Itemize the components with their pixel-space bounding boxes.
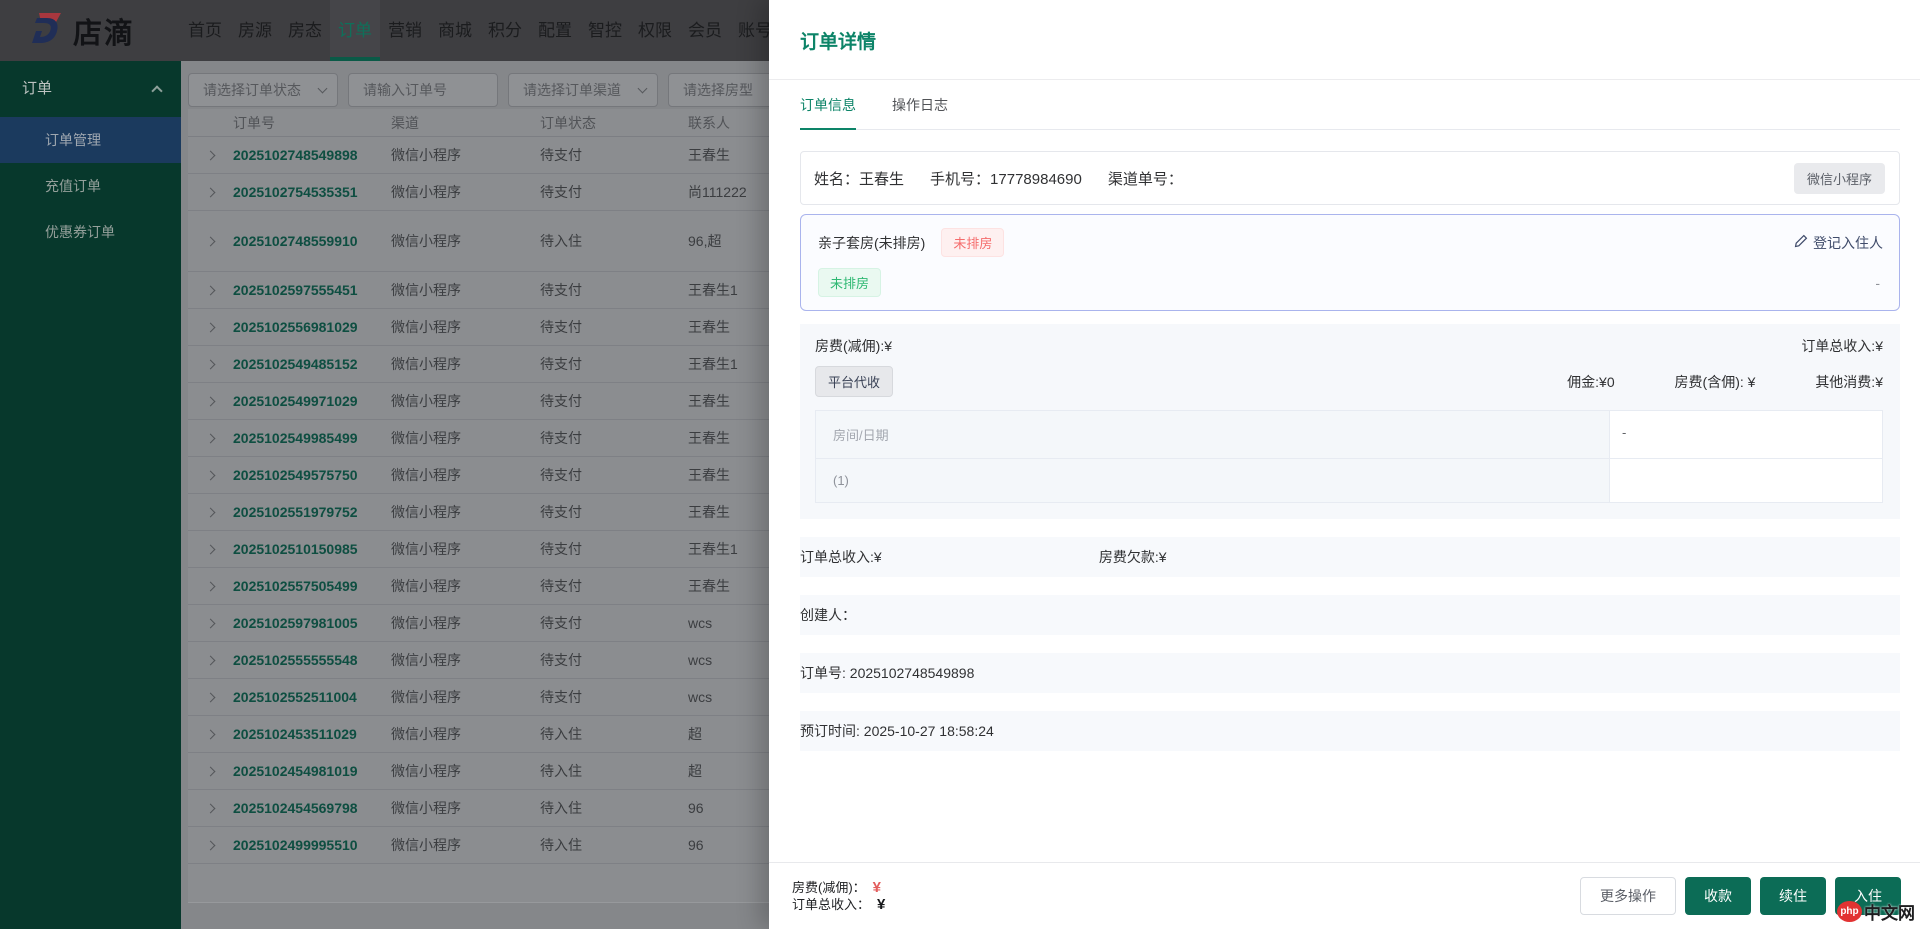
watermark: php 中文网 <box>1837 899 1915 924</box>
room-date-row-value <box>1610 459 1882 502</box>
commission-label: 佣金:¥0 <box>1567 374 1614 390</box>
room-status-tag: 未排房 <box>941 228 1004 257</box>
edit-pencil-icon <box>1794 234 1808 251</box>
guest-phone: 手机号：17778984690 <box>930 168 1082 189</box>
platform-collect-tag: 平台代收 <box>815 366 893 397</box>
order-income-label: 订单总收入:¥ <box>1801 336 1883 356</box>
app-root: 店滴 首页房源房态订单营销商城积分配置智控权限会员账号 订单 订单管理充值订单优… <box>0 0 1920 929</box>
room-date-header: 房间/日期 <box>816 411 1610 459</box>
footer-fee-summary: 房费(减佣)：¥ 订单总收入：¥ <box>792 879 885 913</box>
income-arrears-row: 订单总收入:¥ 房费欠款:¥ <box>800 537 1900 577</box>
room-date-header-value: - <box>1610 411 1882 459</box>
footer-fee-value: ¥ <box>873 879 881 896</box>
tab-operation-log[interactable]: 操作日志 <box>892 95 948 130</box>
footer-income-value: ¥ <box>877 896 885 913</box>
drawer-title: 订单详情 <box>769 0 1920 80</box>
fee-section: 房费(减佣):¥ 订单总收入:¥ 平台代收 佣金:¥0 房费(含佣): ¥ 其他… <box>800 324 1900 519</box>
book-time-row: 预订时间: 2025-10-27 18:58:24 <box>800 711 1900 751</box>
total-income-label: 订单总收入:¥ <box>800 537 1095 577</box>
register-occupant-link[interactable]: 登记入住人 <box>1794 233 1883 253</box>
arrears-label: 房费欠款:¥ <box>1099 549 1167 565</box>
watermark-logo: php <box>1837 901 1862 922</box>
order-detail-drawer: 订单详情 订单信息 操作日志 姓名：王春生 手机号：17778984690 渠道… <box>769 0 1920 929</box>
room-date-table: 房间/日期 - (1) <box>815 410 1883 503</box>
occupant-placeholder: - <box>1875 275 1883 291</box>
guest-info-card: 姓名：王春生 手机号：17778984690 渠道单号： 微信小程序 <box>800 151 1900 205</box>
action-button-续住[interactable]: 续住 <box>1760 877 1826 915</box>
channel-order-no: 渠道单号： <box>1108 168 1183 189</box>
room-fee-incl-label: 房费(含佣): ¥ <box>1675 374 1756 390</box>
action-button-收款[interactable]: 收款 <box>1685 877 1751 915</box>
drawer-mask[interactable] <box>0 0 769 929</box>
more-actions-button[interactable]: 更多操作 <box>1580 877 1676 915</box>
room-assign-tag: 未排房 <box>818 268 881 297</box>
order-no-row: 订单号: 2025102748549898 <box>800 653 1900 693</box>
guest-name: 姓名：王春生 <box>814 168 904 189</box>
room-date-row-label: (1) <box>816 459 1610 502</box>
drawer-tabs: 订单信息 操作日志 <box>800 94 1900 130</box>
creator-row: 创建人： <box>800 595 1900 635</box>
watermark-text: 中文网 <box>1864 899 1915 924</box>
channel-badge: 微信小程序 <box>1794 163 1885 194</box>
room-card: 亲子套房(未排房) 未排房 登记入住人 未排房 - <box>800 214 1900 311</box>
tab-order-info[interactable]: 订单信息 <box>800 95 856 130</box>
room-type-label: 亲子套房(未排房) <box>818 233 925 253</box>
room-fee-label: 房费(减佣):¥ <box>815 336 892 356</box>
drawer-footer: 房费(减佣)：¥ 订单总收入：¥ 更多操作 收款续住入住 <box>769 862 1920 929</box>
other-consume-label: 其他消费:¥ <box>1815 374 1883 390</box>
